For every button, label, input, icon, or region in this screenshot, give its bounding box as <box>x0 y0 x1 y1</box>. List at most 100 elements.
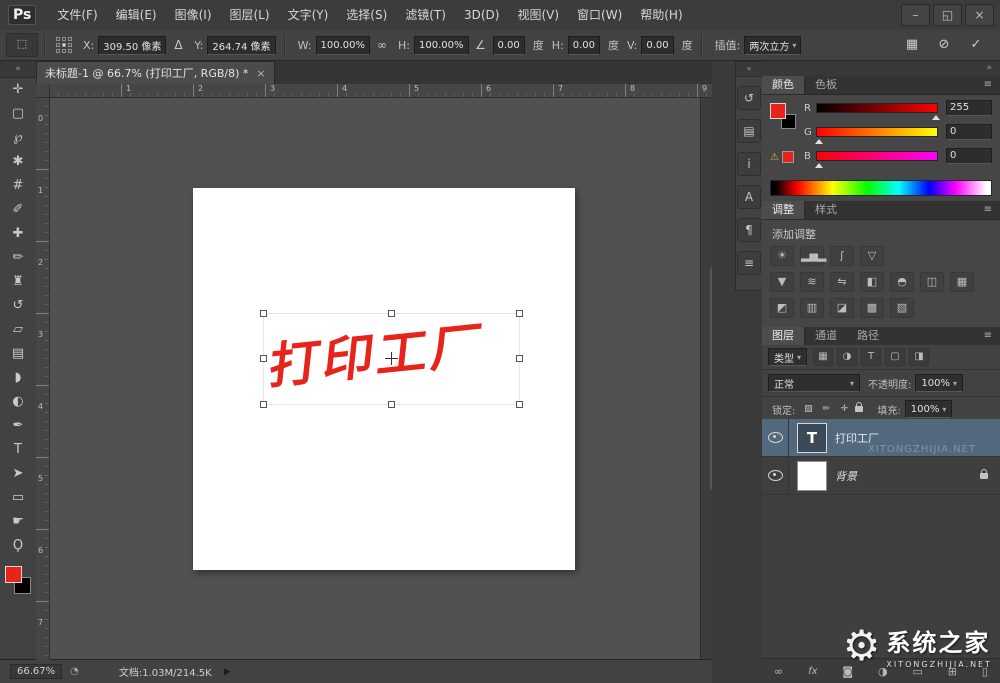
vskew-input[interactable]: 0.00 <box>641 36 673 55</box>
filter-pixel-layers-icon[interactable]: ▦ <box>813 348 833 366</box>
healing-brush-tool[interactable]: ✚ <box>3 222 33 246</box>
visibility-cell[interactable] <box>762 457 789 494</box>
filter-shape-layers-icon[interactable]: ▢ <box>885 348 905 366</box>
commit-transform-button[interactable]: ✓ <box>962 33 990 57</box>
slider-marker[interactable] <box>815 159 823 168</box>
menu-file[interactable]: 文件(F) <box>48 0 106 30</box>
transform-handle[interactable] <box>260 310 267 317</box>
blur-tool[interactable]: ◗ <box>3 366 33 390</box>
green-value-field[interactable]: 0 <box>946 124 992 140</box>
blue-value-field[interactable]: 0 <box>946 148 992 164</box>
x-input[interactable]: 309.50 像素 <box>98 36 166 55</box>
layer-effects-icon[interactable]: fx <box>808 666 817 677</box>
menu-image[interactable]: 图像(I) <box>166 0 221 30</box>
slider-marker[interactable] <box>815 135 823 144</box>
tab-styles[interactable]: 样式 <box>805 201 847 219</box>
blue-slider[interactable] <box>816 151 938 161</box>
free-transform-bounding-box[interactable]: 打印工厂 <box>263 313 520 405</box>
panel-menu-icon[interactable]: ≡ <box>976 76 1000 94</box>
tab-adjustments[interactable]: 调整 <box>762 201 805 219</box>
filter-smart-objects-icon[interactable]: ◨ <box>909 348 929 366</box>
maintain-aspect-icon[interactable]: ∞ <box>372 38 392 52</box>
selective-color-icon[interactable]: ▧ <box>890 298 914 318</box>
menu-3d[interactable]: 3D(D) <box>455 0 508 30</box>
transform-handle[interactable] <box>516 355 523 362</box>
dodge-tool[interactable]: ◐ <box>3 390 33 414</box>
gradient-tool[interactable]: ▤ <box>3 342 33 366</box>
background-layer-thumbnail[interactable] <box>797 461 827 491</box>
filter-type-layers-icon[interactable]: T <box>861 348 881 366</box>
height-input[interactable]: 100.00% <box>414 36 469 55</box>
status-menu-arrow[interactable]: ▶ <box>224 667 231 677</box>
filter-adjustment-layers-icon[interactable]: ◑ <box>837 348 857 366</box>
transform-reference-point[interactable] <box>387 354 396 363</box>
move-tool[interactable]: ✛ <box>3 78 33 102</box>
hand-tool[interactable]: ☛ <box>3 510 33 534</box>
eye-icon[interactable] <box>768 432 783 443</box>
brightness-contrast-icon[interactable]: ☀ <box>770 246 794 266</box>
clone-stamp-tool[interactable]: ♜ <box>3 270 33 294</box>
panel-menu-icon[interactable]: ≡ <box>976 201 1000 219</box>
rotation-input[interactable]: 0.00 <box>493 36 525 55</box>
color-balance-icon[interactable]: ⇋ <box>830 272 854 292</box>
tool-preset-picker[interactable]: ⬚ <box>6 33 38 57</box>
text-layer-thumbnail[interactable]: T <box>797 423 827 453</box>
menu-help[interactable]: 帮助(H) <box>631 0 691 30</box>
green-slider[interactable] <box>816 127 938 137</box>
posterize-icon[interactable]: ▥ <box>800 298 824 318</box>
history-brush-tool[interactable]: ↺ <box>3 294 33 318</box>
exposure-icon[interactable]: ▽ <box>860 246 884 266</box>
black-white-icon[interactable]: ◧ <box>860 272 884 292</box>
slider-marker[interactable] <box>932 111 940 120</box>
channel-mixer-icon[interactable]: ◫ <box>920 272 944 292</box>
transform-handle[interactable] <box>260 401 267 408</box>
crop-tool[interactable]: # <box>3 174 33 198</box>
panel-menu-icon[interactable]: ≡ <box>976 327 1000 345</box>
path-selection-tool[interactable]: ➤ <box>3 462 33 486</box>
layer-filter-type-dropdown[interactable]: 类型 ▾ <box>768 348 807 366</box>
lock-position-icon[interactable]: ✛ <box>837 402 851 416</box>
quick-selection-tool[interactable]: ✱ <box>3 150 33 174</box>
threshold-icon[interactable]: ◪ <box>830 298 854 318</box>
transform-handle[interactable] <box>388 401 395 408</box>
relative-position-toggle[interactable]: Δ <box>168 38 188 52</box>
tab-close-icon[interactable]: × <box>256 67 265 80</box>
menu-edit[interactable]: 编辑(E) <box>107 0 166 30</box>
restore-button[interactable]: ◱ <box>933 4 962 26</box>
paragraph-panel-icon[interactable]: ¶ <box>737 218 761 242</box>
y-input[interactable]: 264.74 像素 <box>207 36 275 55</box>
shape-tool[interactable]: ▭ <box>3 486 33 510</box>
menu-window[interactable]: 窗口(W) <box>568 0 631 30</box>
type-tool[interactable]: T <box>3 438 33 462</box>
menu-select[interactable]: 选择(S) <box>337 0 396 30</box>
vibrance-icon[interactable]: ▼ <box>770 272 794 292</box>
invert-icon[interactable]: ◩ <box>770 298 794 318</box>
levels-icon[interactable]: ▂▅▂ <box>800 246 824 266</box>
tab-swatches[interactable]: 色板 <box>805 76 847 94</box>
expand-dock-icon[interactable]: « <box>736 62 762 77</box>
layer-name[interactable]: 背景 <box>835 468 857 484</box>
gamut-warning[interactable]: ⚠ <box>770 151 794 163</box>
tab-channels[interactable]: 通道 <box>805 327 847 345</box>
tab-color[interactable]: 颜色 <box>762 76 805 94</box>
document-tab[interactable]: 未标题-1 @ 66.7% (打印工厂, RGB/8) * × <box>36 61 275 84</box>
menu-filter[interactable]: 滤镜(T) <box>396 0 455 30</box>
close-button[interactable]: × <box>965 4 994 26</box>
brush-tool[interactable]: ✏ <box>3 246 33 270</box>
lasso-tool[interactable]: ℘ <box>3 126 33 150</box>
warp-mode-button[interactable]: ▦ <box>898 33 926 57</box>
eyedropper-tool[interactable]: ✐ <box>3 198 33 222</box>
toolbar-collapse-icon[interactable]: « <box>0 61 36 78</box>
info-panel-icon[interactable]: i <box>737 152 761 176</box>
panel-color-swatches[interactable] <box>770 103 796 129</box>
properties-panel-icon[interactable]: ▤ <box>737 119 761 143</box>
ruler-origin[interactable] <box>36 84 50 98</box>
eye-icon[interactable] <box>768 470 783 481</box>
gradient-map-icon[interactable]: ▩ <box>860 298 884 318</box>
hue-saturation-icon[interactable]: ≋ <box>800 272 824 292</box>
link-layers-icon[interactable]: ∞ <box>774 665 783 678</box>
transform-handle[interactable] <box>260 355 267 362</box>
tab-paths[interactable]: 路径 <box>847 327 889 345</box>
menu-view[interactable]: 视图(V) <box>508 0 568 30</box>
curves-icon[interactable]: ʃ <box>830 246 854 266</box>
